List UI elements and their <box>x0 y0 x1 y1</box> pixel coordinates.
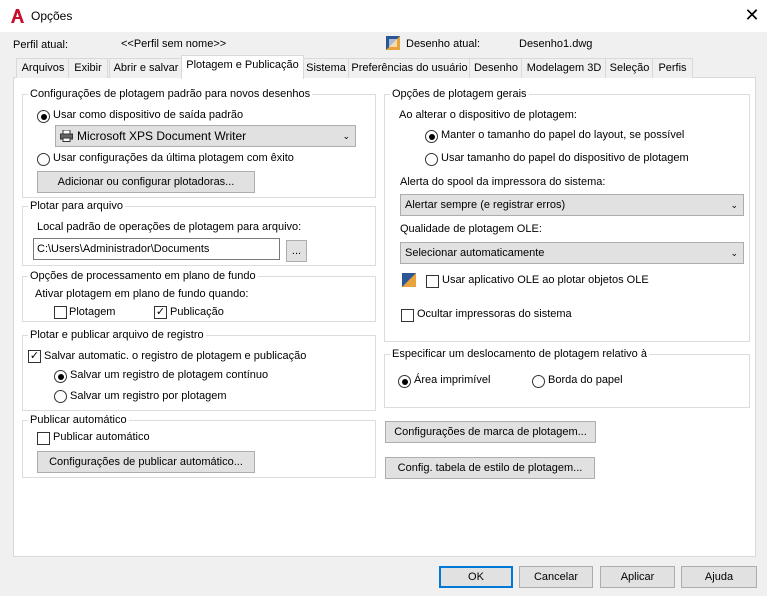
plot-stamp-settings-button[interactable]: Configurações de marca de plotagem... <box>385 421 596 443</box>
background-processing-legend: Opções de processamento em plano de fund… <box>30 270 256 282</box>
paper-edge-radio[interactable] <box>532 375 545 388</box>
ole-quality-label: Qualidade de plotagem OLE: <box>400 223 542 235</box>
plotting-label: Plotagem <box>69 306 116 318</box>
tab-sistema[interactable]: Sistema <box>302 58 350 78</box>
on-change-device-label: Ao alterar o dispositivo de plotagem: <box>399 109 577 121</box>
spool-alert-label: Alerta do spool da impressora do sistema… <box>400 176 606 188</box>
ole-quality-value: Selecionar automaticamente <box>405 247 545 259</box>
autocad-logo-icon <box>11 9 24 23</box>
per-plot-log-radio[interactable] <box>54 390 67 403</box>
tab-exibir[interactable]: Exibir <box>68 58 108 78</box>
tab-selecao[interactable]: Seleção <box>605 58 654 78</box>
tab-abrir-salvar[interactable]: Abrir e salvar <box>109 58 183 78</box>
plot-style-table-button[interactable]: Config. tabela de estilo de plotagem... <box>385 457 595 479</box>
use-ole-app-checkbox[interactable] <box>426 275 439 288</box>
profile-value: <<Perfil sem nome>> <box>121 38 227 50</box>
use-default-device-radio[interactable] <box>37 110 50 123</box>
plot-file-location-label: Local padrão de operações de plotagem pa… <box>37 221 302 233</box>
close-icon[interactable]: ✕ <box>742 5 762 26</box>
plotting-checkbox[interactable] <box>54 306 67 319</box>
use-last-settings-label: Usar configurações da última plotagem co… <box>53 152 294 164</box>
browse-button[interactable]: ... <box>286 240 307 262</box>
drawing-label: Desenho atual: <box>406 38 480 50</box>
printable-area-label: Área imprimível <box>414 374 491 386</box>
hide-system-printers-checkbox[interactable] <box>401 309 414 322</box>
default-plot-legend: Configurações de plotagem padrão para no… <box>30 88 311 100</box>
hide-system-printers-label: Ocultar impressoras do sistema <box>417 308 572 320</box>
tab-modelagem-3d[interactable]: Modelagem 3D <box>521 58 607 78</box>
add-plotter-button[interactable]: Adicionar ou configurar plotadoras... <box>37 171 255 193</box>
window-title: Opções <box>31 9 73 23</box>
plot-offset-legend: Especificar um deslocamento de plotagem … <box>392 348 647 360</box>
use-device-paper-size-radio[interactable] <box>425 153 438 166</box>
use-last-settings-radio[interactable] <box>37 153 50 166</box>
publishing-label: Publicação <box>170 306 224 318</box>
output-device-select[interactable]: Microsoft XPS Document Writer ⌄ <box>55 125 356 147</box>
drawing-file-icon <box>386 36 400 50</box>
auto-publish-label: Publicar automático <box>53 431 150 443</box>
keep-paper-size-label: Manter o tamanho do papel do layout, se … <box>441 129 685 141</box>
output-device-value: Microsoft XPS Document Writer <box>77 129 247 143</box>
auto-publish-settings-button[interactable]: Configurações de publicar automático... <box>37 451 255 473</box>
spool-alert-value: Alertar sempre (e registrar erros) <box>405 199 566 211</box>
apply-button[interactable]: Aplicar <box>600 566 675 588</box>
tab-desenho[interactable]: Desenho <box>469 58 523 78</box>
keep-paper-size-radio[interactable] <box>425 130 438 143</box>
plot-to-file-legend: Plotar para arquivo <box>30 200 123 212</box>
tab-preferencias[interactable]: Preferências do usuário <box>348 58 471 78</box>
chevron-down-icon: ⌄ <box>342 131 350 141</box>
printable-area-radio[interactable] <box>398 375 411 388</box>
use-default-device-label: Usar como dispositivo de saída padrão <box>53 109 244 121</box>
paper-edge-label: Borda do papel <box>548 374 623 386</box>
tab-perfis[interactable]: Perfis <box>652 58 693 78</box>
use-device-paper-size-label: Usar tamanho do papel do dispositivo de … <box>441 152 689 164</box>
tab-plotagem-publicacao[interactable]: Plotagem e Publicação <box>181 55 304 79</box>
profile-label: Perfil atual: <box>13 39 69 51</box>
cancel-button[interactable]: Cancelar <box>519 566 593 588</box>
ole-quality-select[interactable]: Selecionar automaticamente ⌄ <box>400 242 744 264</box>
per-plot-log-label: Salvar um registro por plotagem <box>70 390 227 402</box>
plot-file-path-value: C:\Users\Administrador\Documents <box>37 243 210 255</box>
auto-save-log-label: Salvar automatic. o registro de plotagem… <box>44 350 307 362</box>
publishing-checkbox[interactable]: ✓ <box>154 306 167 319</box>
chevron-down-icon: ⌄ <box>730 248 738 258</box>
auto-save-log-checkbox[interactable]: ✓ <box>28 350 41 363</box>
printer-icon <box>60 130 73 142</box>
ok-button[interactable]: OK <box>439 566 513 588</box>
log-file-legend: Plotar e publicar arquivo de registro <box>30 329 204 341</box>
help-button[interactable]: Ajuda <box>681 566 757 588</box>
spool-alert-select[interactable]: Alertar sempre (e registrar erros) ⌄ <box>400 194 744 216</box>
continuous-log-radio[interactable] <box>54 370 67 383</box>
auto-publish-legend: Publicar automático <box>30 414 127 426</box>
chevron-down-icon: ⌄ <box>730 200 738 210</box>
title-bar <box>0 0 767 32</box>
continuous-log-label: Salvar um registro de plotagem contínuo <box>70 369 269 381</box>
background-enable-label: Ativar plotagem em plano de fundo quando… <box>35 288 249 300</box>
drawing-value: Desenho1.dwg <box>519 38 593 50</box>
use-ole-app-label: Usar aplicativo OLE ao plotar objetos OL… <box>442 274 649 286</box>
ole-object-icon <box>402 273 416 287</box>
plot-file-path-input[interactable]: C:\Users\Administrador\Documents <box>33 238 280 260</box>
general-plot-options-legend: Opções de plotagem gerais <box>392 88 527 100</box>
auto-publish-checkbox[interactable] <box>37 432 50 445</box>
tab-arquivos[interactable]: Arquivos <box>16 58 70 78</box>
